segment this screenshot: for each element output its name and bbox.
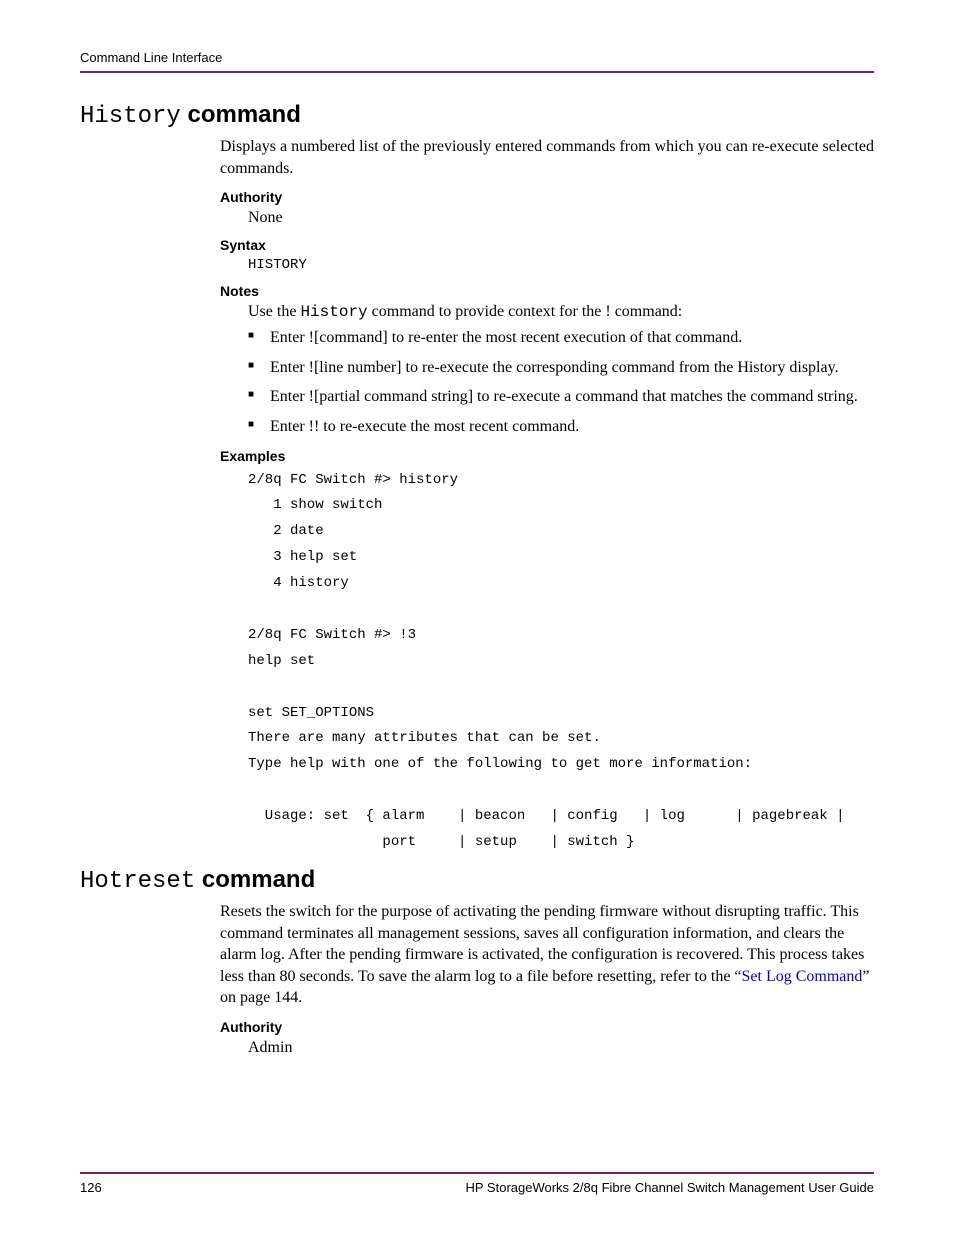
page-number: 126 xyxy=(80,1180,102,1195)
notes-item: Enter ![line number] to re-execute the c… xyxy=(248,357,874,379)
hotreset-title-mono: Hotreset xyxy=(80,868,195,895)
notes-intro: Use the History command to provide conte… xyxy=(248,303,874,321)
page-container: Command Line Interface History command D… xyxy=(0,0,954,1235)
history-command-title: History command xyxy=(80,101,874,130)
hotreset-body: Resets the switch for the purpose of act… xyxy=(220,901,874,1057)
notes-item: Enter !! to re-execute the most recent c… xyxy=(248,416,874,438)
running-head: Command Line Interface xyxy=(80,50,874,65)
hotreset-title-bold: command xyxy=(195,866,315,893)
syntax-label: Syntax xyxy=(220,237,874,253)
hotreset-authority-value: Admin xyxy=(248,1039,874,1057)
history-title-bold: command xyxy=(181,101,301,128)
notes-list: Enter ![command] to re-enter the most re… xyxy=(248,327,874,437)
doc-title: HP StorageWorks 2/8q Fibre Channel Switc… xyxy=(466,1180,875,1195)
authority-label: Authority xyxy=(220,189,874,205)
hotreset-authority-label: Authority xyxy=(220,1019,874,1035)
notes-intro-mono: History xyxy=(300,303,367,321)
header-rule xyxy=(80,71,874,73)
hotreset-description: Resets the switch for the purpose of act… xyxy=(220,901,874,1009)
notes-label: Notes xyxy=(220,283,874,299)
footer-rule xyxy=(80,1172,874,1174)
notes-intro-post: command to provide context for the ! com… xyxy=(368,303,683,320)
history-description: Displays a numbered list of the previous… xyxy=(220,136,874,179)
authority-value: None xyxy=(248,209,874,227)
notes-intro-pre: Use the xyxy=(248,303,300,320)
notes-item: Enter ![partial command string] to re-ex… xyxy=(248,386,874,408)
page-footer: 126 HP StorageWorks 2/8q Fibre Channel S… xyxy=(80,1172,874,1195)
examples-block: 2/8q FC Switch #> history 1 show switch … xyxy=(248,468,874,856)
history-title-mono: History xyxy=(80,103,181,130)
syntax-value: HISTORY xyxy=(248,257,874,273)
examples-label: Examples xyxy=(220,448,874,464)
hotreset-command-title: Hotreset command xyxy=(80,866,874,895)
notes-item: Enter ![command] to re-enter the most re… xyxy=(248,327,874,349)
set-log-command-link[interactable]: Set Log Command xyxy=(742,968,863,985)
history-body: Displays a numbered list of the previous… xyxy=(220,136,874,856)
